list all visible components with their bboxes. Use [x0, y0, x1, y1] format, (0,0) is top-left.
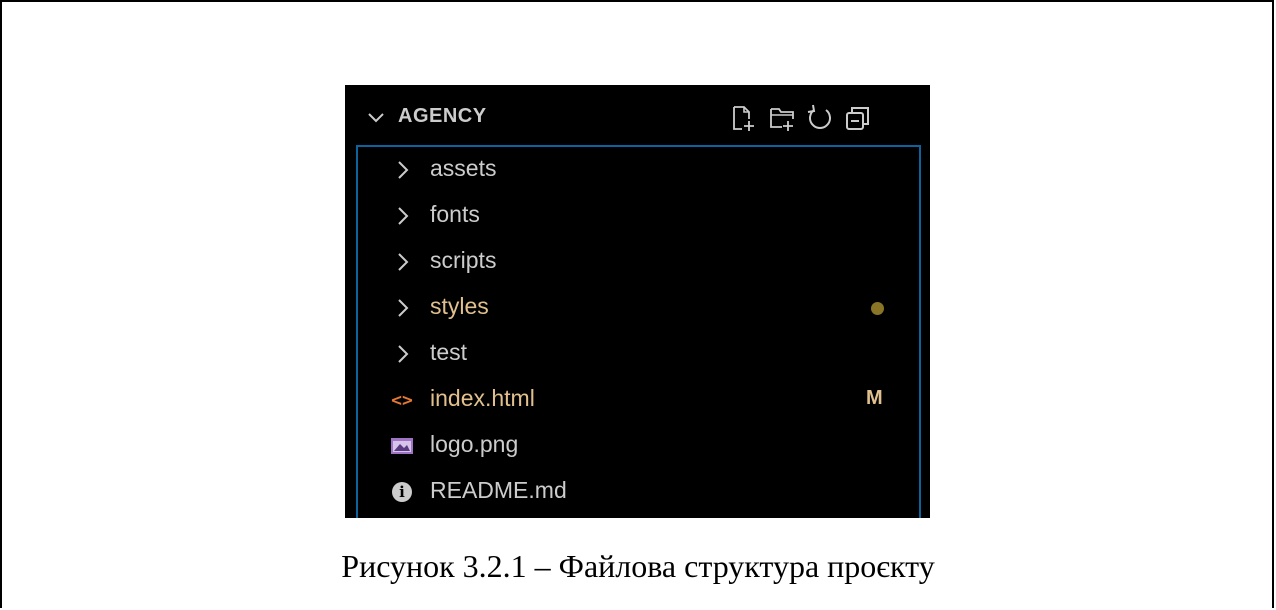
- tree-item-logo-png[interactable]: logo.png: [358, 423, 919, 469]
- tree-item-test[interactable]: test: [358, 331, 919, 377]
- chevron-right-icon[interactable]: [395, 297, 411, 319]
- file-tree: assets fonts scripts styles test <> inde…: [356, 145, 921, 518]
- tree-item-fonts[interactable]: fonts: [358, 193, 919, 239]
- chevron-right-icon[interactable]: [395, 343, 411, 365]
- figure-caption: Рисунок 3.2.1 – Файлова структура проєкт…: [341, 548, 935, 584]
- tree-item-index-html[interactable]: <> index.html M: [358, 377, 919, 423]
- image-file-icon: [389, 434, 415, 458]
- tree-item-scripts[interactable]: scripts: [358, 239, 919, 285]
- tree-item-label: logo.png: [430, 431, 519, 457]
- info-file-icon: i: [389, 480, 415, 504]
- tree-item-label: README.md: [430, 477, 567, 503]
- chevron-right-icon[interactable]: [395, 159, 411, 181]
- file-explorer-panel: AGENCY assets fonts scripts styles test …: [345, 85, 930, 518]
- modified-dot-indicator: [871, 302, 884, 315]
- workspace-folder-title: AGENCY: [398, 105, 487, 127]
- explorer-header[interactable]: AGENCY: [345, 85, 930, 145]
- chevron-right-icon[interactable]: [395, 205, 411, 227]
- tree-item-label: index.html: [430, 385, 535, 411]
- git-status-badge: M: [866, 387, 883, 409]
- tree-item-label: assets: [430, 155, 497, 181]
- collapse-all-icon[interactable]: [841, 102, 875, 134]
- tree-item-label: styles: [430, 293, 489, 319]
- tree-item-label: scripts: [430, 247, 497, 273]
- chevron-right-icon[interactable]: [395, 251, 411, 273]
- tree-item-styles[interactable]: styles: [358, 285, 919, 331]
- html-file-icon: <>: [391, 389, 413, 411]
- refresh-icon[interactable]: [803, 102, 837, 134]
- new-folder-icon[interactable]: [765, 102, 799, 134]
- tree-item-assets[interactable]: assets: [358, 147, 919, 193]
- chevron-down-icon[interactable]: [367, 111, 385, 125]
- tree-item-readme-md[interactable]: i README.md: [358, 469, 919, 515]
- new-file-icon[interactable]: [726, 102, 760, 134]
- tree-item-label: fonts: [430, 201, 480, 227]
- tree-item-label: test: [430, 339, 468, 365]
